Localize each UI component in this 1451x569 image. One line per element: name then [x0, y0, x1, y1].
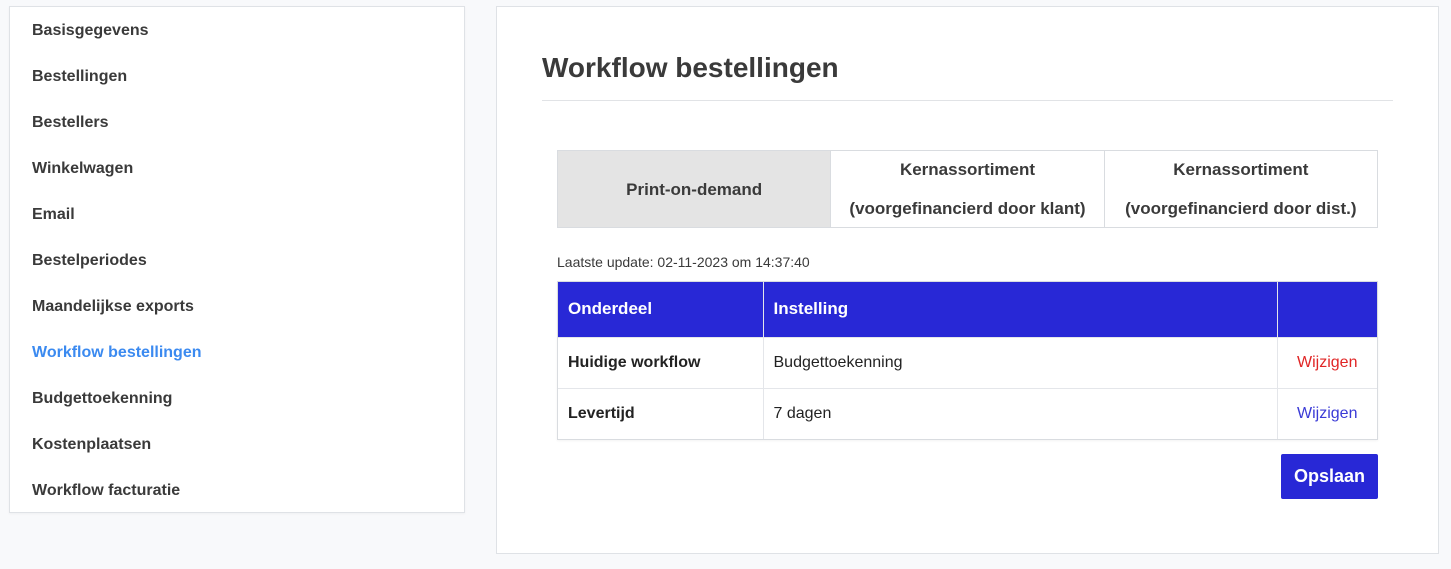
sidebar-item-basisgegevens[interactable]: Basisgegevens [32, 22, 149, 40]
sidebar-item-email[interactable]: Email [32, 206, 75, 224]
cell-onderdeel: Huidige workflow [558, 336, 763, 388]
tab-label: Kernassortiment [899, 160, 1036, 179]
sidebar-item-bestellingen[interactable]: Bestellingen [32, 68, 127, 86]
cell-action: Wijzigen [1276, 387, 1377, 439]
tab-label: Kernassortiment [1173, 160, 1309, 179]
sidebar-item-bestelperiodes[interactable]: Bestelperiodes [32, 252, 147, 270]
sidebar-item-workflow-facturatie[interactable]: Workflow facturatie [32, 482, 180, 500]
column-header-actions [1276, 282, 1377, 337]
tab-label: Print-on-demand [626, 179, 763, 199]
sidebar-item-workflow-bestellingen[interactable]: Workflow bestellingen [32, 344, 202, 362]
sidebar-item-kostenplaatsen[interactable]: Kostenplaatsen [32, 436, 151, 454]
sidebar-item-winkelwagen[interactable]: Winkelwagen [32, 160, 133, 178]
tab-kernassortiment-dist[interactable]: Kernassortiment (voorgefinancierd door d… [1103, 151, 1377, 227]
cell-onderdeel: Levertijd [558, 387, 763, 439]
table-row: Levertijd 7 dagen Wijzigen [558, 387, 1377, 439]
cell-instelling: Budgettoekenning [762, 336, 1277, 388]
last-update-text: Laatste update: 02-11-2023 om 14:37:40 [557, 254, 810, 270]
title-divider [542, 100, 1393, 101]
main-panel: Workflow bestellingen Print-on-demand Ke… [496, 6, 1439, 554]
edit-workflow-link[interactable]: Wijzigen [1297, 354, 1357, 371]
table-header-row: Onderdeel Instelling [558, 282, 1377, 337]
settings-table: Onderdeel Instelling Huidige workflow Bu… [557, 281, 1378, 440]
cell-action: Wijzigen [1276, 336, 1377, 388]
tab-sublabel: (voorgefinancierd door dist.) [1125, 199, 1357, 218]
sidebar: Basisgegevens Bestellingen Bestellers Wi… [9, 6, 465, 513]
tab-print-on-demand[interactable]: Print-on-demand [558, 151, 831, 227]
sidebar-item-maandelijkse-exports[interactable]: Maandelijkse exports [32, 298, 194, 316]
tab-sublabel: (voorgefinancierd door klant) [849, 199, 1086, 218]
save-button[interactable]: Opslaan [1281, 454, 1378, 499]
column-header-instelling: Instelling [762, 282, 1277, 337]
sidebar-item-budgettoekenning[interactable]: Budgettoekenning [32, 390, 172, 408]
edit-levertijd-link[interactable]: Wijzigen [1297, 405, 1357, 422]
tab-kernassortiment-klant[interactable]: Kernassortiment (voorgefinancierd door k… [830, 151, 1104, 227]
page-title: Workflow bestellingen [542, 52, 839, 83]
column-header-onderdeel: Onderdeel [558, 282, 763, 337]
table-row: Huidige workflow Budgettoekenning Wijzig… [558, 336, 1377, 388]
sidebar-item-bestellers[interactable]: Bestellers [32, 114, 109, 132]
cell-instelling: 7 dagen [762, 387, 1277, 439]
workflow-tabs: Print-on-demand Kernassortiment (voorgef… [557, 150, 1378, 228]
